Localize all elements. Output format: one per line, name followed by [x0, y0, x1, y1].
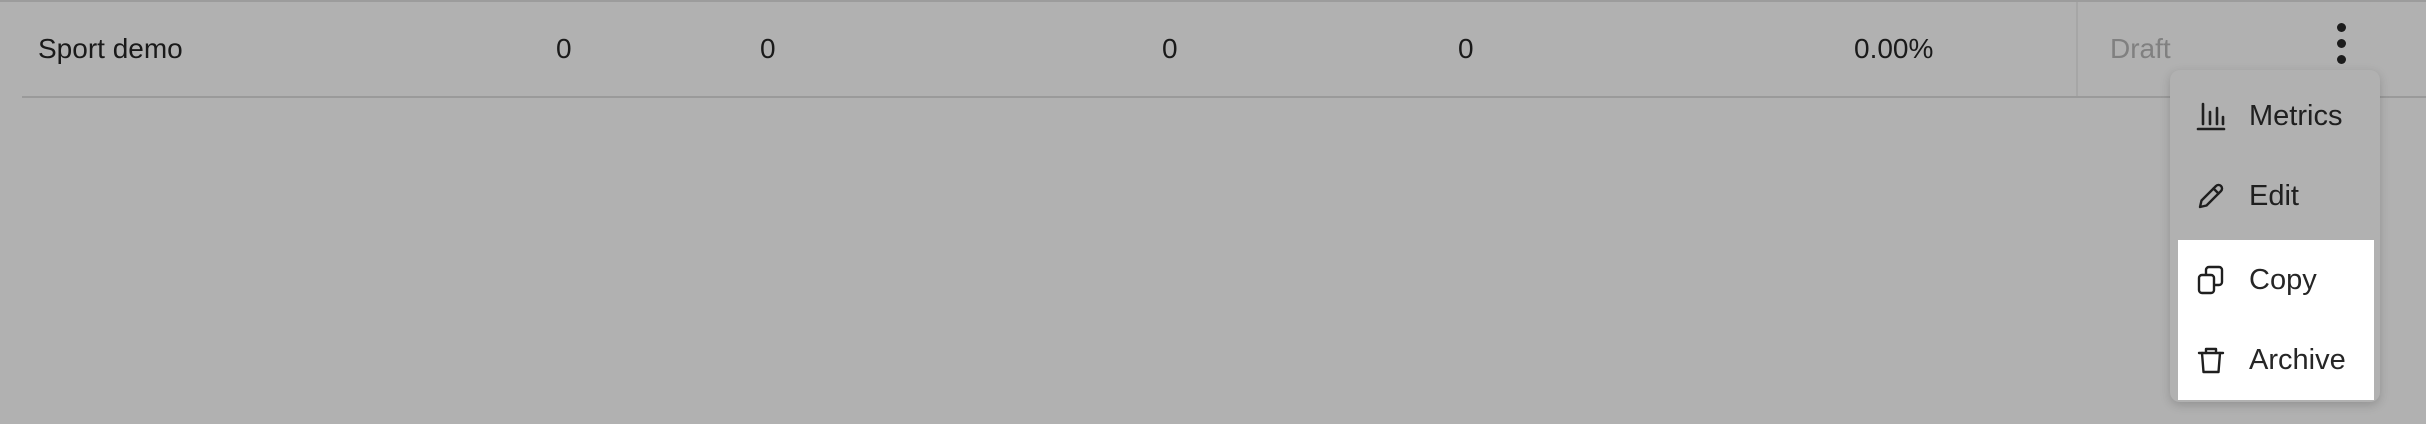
row-value-4: 0 [1458, 33, 1474, 64]
bar-chart-icon [2196, 101, 2226, 131]
row-value-2: 0 [760, 33, 776, 64]
row-name: Sport demo [38, 33, 183, 64]
trash-icon [2196, 345, 2226, 375]
copy-icon [2196, 265, 2226, 295]
table-row[interactable]: Sport demo 0 0 0 0 0.00% Draft [22, 2, 2426, 98]
menu-item-label: Metrics [2249, 100, 2343, 132]
menu-item-label: Edit [2249, 180, 2299, 212]
menu-item-archive[interactable]: Archive [2178, 320, 2374, 400]
kebab-dot [2337, 55, 2346, 64]
pencil-icon [2196, 181, 2226, 211]
more-actions-button[interactable] [2322, 10, 2362, 76]
row-value-1: 0 [556, 33, 572, 64]
menu-item-metrics[interactable]: Metrics [2178, 76, 2374, 156]
menu-item-label: Archive [2249, 344, 2346, 376]
kebab-dot [2337, 23, 2346, 32]
actions-menu: Metrics Edit Copy Archive [2170, 70, 2380, 402]
menu-item-copy[interactable]: Copy [2178, 240, 2374, 320]
menu-item-edit[interactable]: Edit [2178, 156, 2374, 236]
row-rate: 0.00% [1854, 33, 1934, 64]
status-badge: Draft [2110, 33, 2171, 64]
menu-item-label: Copy [2249, 264, 2317, 296]
row-value-3: 0 [1162, 33, 1178, 64]
kebab-dot [2337, 39, 2346, 48]
